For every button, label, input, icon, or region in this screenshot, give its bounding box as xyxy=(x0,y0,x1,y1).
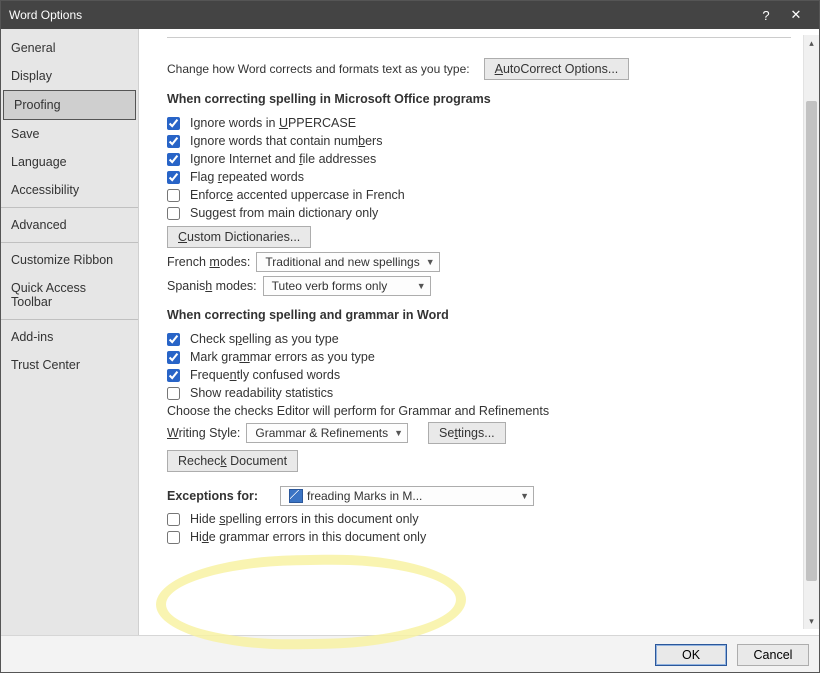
sidebar-item-quick-access-toolbar[interactable]: Quick Access Toolbar xyxy=(1,274,138,316)
section-office-spelling: When correcting spelling in Microsoft Of… xyxy=(167,92,801,106)
exceptions-checkbox-0[interactable] xyxy=(167,513,180,526)
chevron-down-icon: ▼ xyxy=(417,281,426,291)
section-word-spellgrammar: When correcting spelling and grammar in … xyxy=(167,308,801,322)
cancel-button[interactable]: Cancel xyxy=(737,644,809,666)
office-spell-checkbox-5[interactable] xyxy=(167,207,180,220)
word-spell-label-0: Check spelling as you type xyxy=(190,332,339,346)
office-spell-label-3: Flag repeated words xyxy=(190,170,304,184)
french-modes-label: French modes: xyxy=(167,255,250,269)
office-spell-checkbox-2[interactable] xyxy=(167,153,180,166)
office-spell-label-2: Ignore Internet and file addresses xyxy=(190,152,376,166)
sidebar-item-accessibility[interactable]: Accessibility xyxy=(1,176,138,204)
office-spell-label-1: Ignore words that contain numbers xyxy=(190,134,382,148)
office-spell-checkbox-3[interactable] xyxy=(167,171,180,184)
word-options-dialog: Word Options ? ✕ GeneralDisplayProofingS… xyxy=(0,0,820,673)
vertical-scrollbar[interactable]: ▴ ▾ xyxy=(803,35,819,629)
word-spell-checkbox-0[interactable] xyxy=(167,333,180,346)
office-spell-checkbox-0[interactable] xyxy=(167,117,180,130)
office-spell-label-4: Enforce accented uppercase in French xyxy=(190,188,405,202)
scroll-up-icon[interactable]: ▴ xyxy=(804,35,819,51)
office-spell-label-5: Suggest from main dictionary only xyxy=(190,206,378,220)
sidebar-item-advanced[interactable]: Advanced xyxy=(1,211,138,239)
spanish-modes-select[interactable]: Tuteo verb forms only▼ xyxy=(263,276,431,296)
content-wrap: Change how Word corrects and formats tex… xyxy=(139,29,819,635)
word-spell-label-3: Show readability statistics xyxy=(190,386,333,400)
settings-button[interactable]: Settings... xyxy=(428,422,506,444)
sidebar-item-general[interactable]: General xyxy=(1,34,138,62)
recheck-document-button[interactable]: Recheck Document xyxy=(167,450,298,472)
sidebar-item-trust-center[interactable]: Trust Center xyxy=(1,351,138,379)
spanish-modes-label: Spanish modes: xyxy=(167,279,257,293)
titlebar: Word Options ? ✕ xyxy=(1,1,819,29)
chevron-down-icon: ▼ xyxy=(520,491,529,501)
exceptions-label: Exceptions for: xyxy=(167,489,258,503)
word-spell-checkbox-1[interactable] xyxy=(167,351,180,364)
writing-style-select[interactable]: Grammar & Refinements▼ xyxy=(246,423,408,443)
exceptions-label-1: Hide grammar errors in this document onl… xyxy=(190,530,426,544)
window-title: Word Options xyxy=(9,8,751,22)
scroll-down-icon[interactable]: ▾ xyxy=(804,613,819,629)
chevron-down-icon: ▼ xyxy=(426,257,435,267)
sidebar-item-add-ins[interactable]: Add-ins xyxy=(1,323,138,351)
writing-style-label: Writing Style: xyxy=(167,426,240,440)
sidebar-item-save[interactable]: Save xyxy=(1,120,138,148)
sidebar-item-display[interactable]: Display xyxy=(1,62,138,90)
office-spell-label-0: Ignore words in UPPERCASE xyxy=(190,116,356,130)
document-icon xyxy=(289,489,303,503)
sidebar-item-proofing[interactable]: Proofing xyxy=(3,90,136,120)
french-modes-select[interactable]: Traditional and new spellings▼ xyxy=(256,252,439,272)
scrollbar-thumb[interactable] xyxy=(806,101,817,581)
exceptions-document-select[interactable]: freading Marks in M... ▼ xyxy=(280,486,534,506)
choose-checks-text: Choose the checks Editor will perform fo… xyxy=(167,404,549,418)
custom-dictionaries-button[interactable]: Custom Dictionaries... xyxy=(167,226,311,248)
dialog-body: GeneralDisplayProofingSaveLanguageAccess… xyxy=(1,29,819,635)
chevron-down-icon: ▼ xyxy=(394,428,403,438)
close-button[interactable]: ✕ xyxy=(781,7,811,23)
word-spell-label-2: Frequently confused words xyxy=(190,368,340,382)
exceptions-label-0: Hide spelling errors in this document on… xyxy=(190,512,419,526)
word-spell-checkbox-2[interactable] xyxy=(167,369,180,382)
proofing-panel: Change how Word corrects and formats tex… xyxy=(139,29,801,635)
autocorrect-options-button[interactable]: AutoCorrect Options... xyxy=(484,58,630,80)
category-sidebar: GeneralDisplayProofingSaveLanguageAccess… xyxy=(1,29,139,635)
office-spell-checkbox-1[interactable] xyxy=(167,135,180,148)
dialog-footer: OK Cancel xyxy=(1,635,819,673)
sidebar-item-language[interactable]: Language xyxy=(1,148,138,176)
sidebar-item-customize-ribbon[interactable]: Customize Ribbon xyxy=(1,246,138,274)
autocorrect-intro: Change how Word corrects and formats tex… xyxy=(167,58,801,80)
autocorrect-intro-text: Change how Word corrects and formats tex… xyxy=(167,62,470,76)
exceptions-checkbox-1[interactable] xyxy=(167,531,180,544)
help-button[interactable]: ? xyxy=(751,8,781,23)
ok-button[interactable]: OK xyxy=(655,644,727,666)
word-spell-label-1: Mark grammar errors as you type xyxy=(190,350,375,364)
office-spell-checkbox-4[interactable] xyxy=(167,189,180,202)
word-spell-checkbox-3[interactable] xyxy=(167,387,180,400)
